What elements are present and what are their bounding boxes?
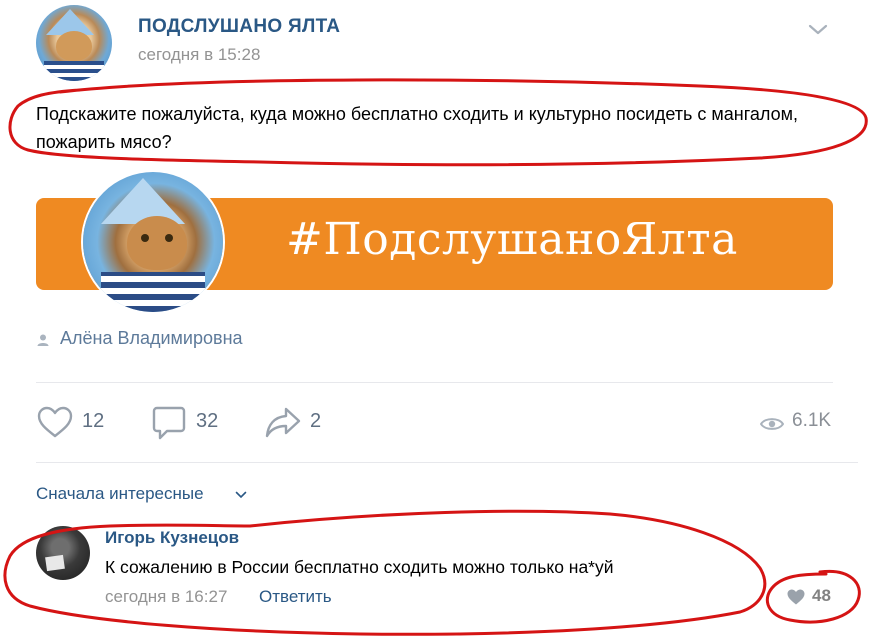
avatar-cat-face	[56, 31, 92, 61]
comment-text: К сожалению в России бесплатно сходить м…	[105, 557, 614, 577]
heart-icon[interactable]	[786, 588, 806, 606]
avatar-detail	[45, 554, 65, 572]
group-avatar[interactable]	[36, 5, 112, 81]
avatar-stripes	[44, 61, 104, 81]
banner-hat-shape	[101, 178, 185, 224]
person-icon	[37, 334, 49, 346]
comment-author[interactable]: Игорь Кузнецов	[105, 528, 239, 548]
eye-icon	[760, 418, 784, 430]
post-time[interactable]: сегодня в 15:28	[138, 45, 260, 65]
comment-bubble-icon[interactable]	[152, 405, 186, 441]
group-name[interactable]: ПОДСЛУШАНО ЯЛТА	[138, 16, 340, 38]
reply-button[interactable]: Ответить	[259, 587, 332, 607]
comment-like-count[interactable]: 48	[812, 586, 831, 606]
chevron-down-icon[interactable]	[806, 17, 830, 41]
chevron-down-icon[interactable]	[235, 491, 247, 499]
heart-icon[interactable]	[36, 405, 74, 439]
comments-sort-dropdown[interactable]: Сначала интересные	[36, 484, 204, 504]
post-text: Подскажите пожалуйста, куда можно беспла…	[36, 104, 799, 152]
banner-stripes	[101, 272, 205, 312]
banner-cat-face	[127, 216, 187, 270]
like-count[interactable]: 12	[82, 410, 104, 433]
comment-avatar[interactable]	[36, 526, 90, 580]
banner-avatar	[83, 172, 223, 312]
views-count: 6.1K	[792, 410, 832, 431]
banner-cat-eye	[141, 234, 149, 242]
share-count[interactable]: 2	[310, 410, 321, 433]
comment-time[interactable]: сегодня в 16:27	[105, 587, 227, 607]
banner-hashtag: #ПодслушаноЯлта	[286, 214, 738, 265]
comment-count[interactable]: 32	[196, 410, 218, 433]
share-arrow-icon[interactable]	[264, 405, 302, 439]
divider	[36, 382, 833, 383]
post-author[interactable]: Алёна Владимировна	[60, 328, 243, 349]
divider	[36, 462, 858, 463]
banner-cat-eye	[165, 234, 173, 242]
